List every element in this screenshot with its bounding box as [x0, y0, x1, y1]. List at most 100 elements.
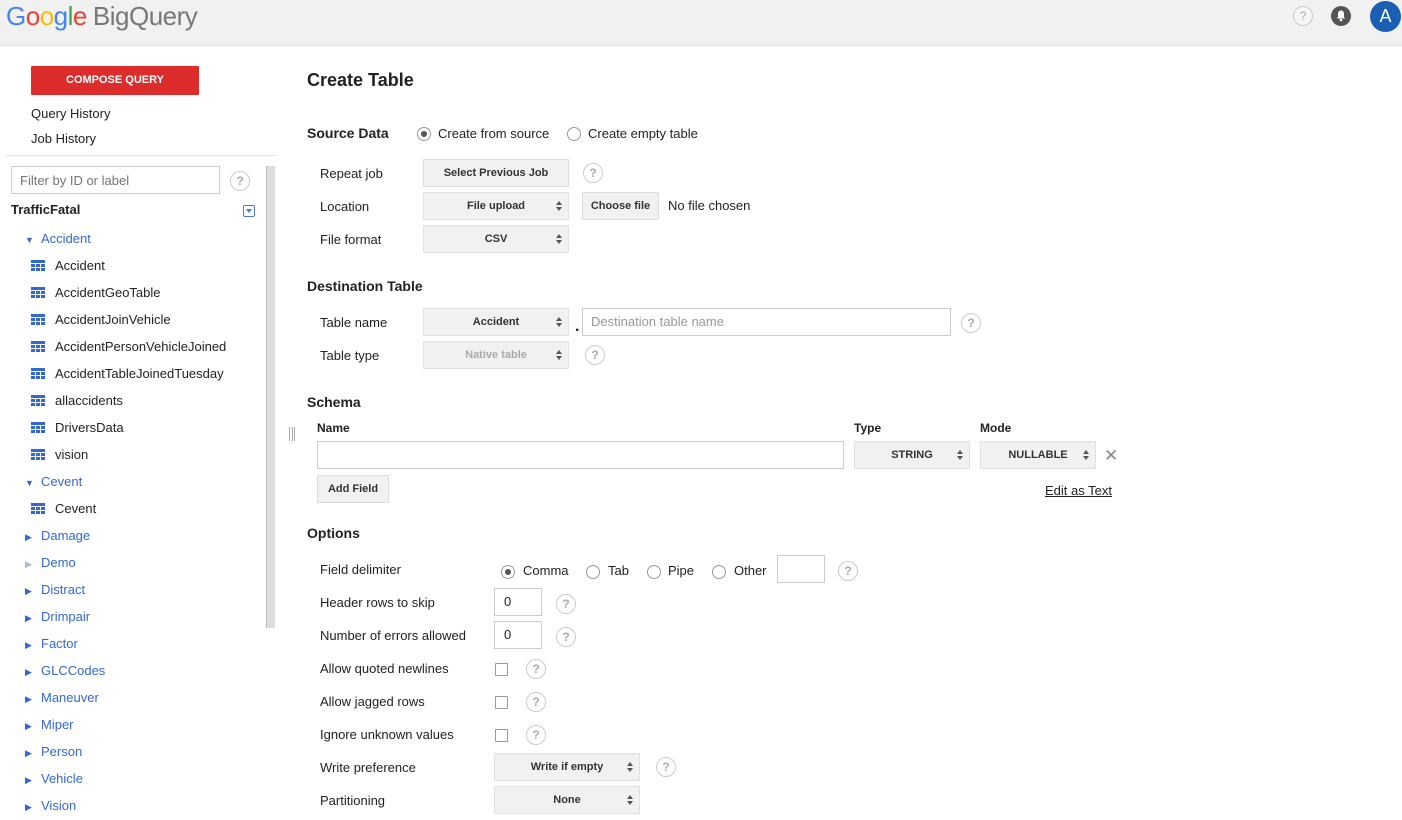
expand-right-icon[interactable]: ▶ — [25, 532, 35, 543]
partitioning-select[interactable]: None — [494, 786, 640, 814]
delimiter-other-radio[interactable] — [712, 565, 726, 579]
expand-right-icon[interactable]: ▶ — [25, 694, 35, 705]
expand-right-icon[interactable]: ▶ — [25, 559, 35, 570]
table-icon — [31, 368, 45, 379]
table-item[interactable]: AccidentGeoTable — [31, 285, 161, 300]
table-item[interactable]: AccidentPersonVehicleJoined — [31, 339, 226, 354]
google-bigquery-logo[interactable]: Google BigQuery — [6, 1, 198, 32]
expand-right-icon[interactable]: ▶ — [25, 721, 35, 732]
jagged-rows-help-icon[interactable]: ? — [526, 692, 546, 712]
dataset-vehicle[interactable]: ▶ Vehicle — [25, 771, 83, 786]
dataset-drimpair[interactable]: ▶ Drimpair — [25, 609, 90, 624]
errors-allowed-input[interactable]: 0 — [494, 621, 542, 649]
schema-heading: Schema — [307, 394, 361, 410]
dataset-cevent[interactable]: ▼ Cevent — [25, 474, 82, 489]
create-from-source-radio[interactable] — [417, 127, 431, 141]
delimiter-comma-radio[interactable] — [501, 565, 515, 579]
table-type-select[interactable]: Native table — [423, 341, 569, 369]
sidebar-scrollbar[interactable] — [266, 166, 275, 628]
table-item[interactable]: allaccidents — [31, 393, 123, 408]
select-arrows-icon — [556, 201, 563, 212]
schema-name-column-header: Name — [317, 421, 350, 435]
header-rows-help-icon[interactable]: ? — [556, 594, 576, 614]
notifications-bell-icon[interactable] — [1331, 6, 1351, 26]
job-history-link[interactable]: Job History — [31, 131, 96, 146]
account-avatar[interactable]: A — [1370, 1, 1401, 32]
dataset-distract[interactable]: ▶ Distract — [25, 582, 85, 597]
add-field-button[interactable]: Add Field — [317, 475, 389, 503]
expand-right-icon[interactable]: ▶ — [25, 775, 35, 786]
schema-type-select[interactable]: STRING — [854, 441, 970, 469]
location-select[interactable]: File upload — [423, 192, 569, 220]
ignore-unknown-help-icon[interactable]: ? — [526, 725, 546, 745]
create-empty-table-label[interactable]: Create empty table — [588, 126, 698, 141]
dataset-glccodes[interactable]: ▶ GLCCodes — [25, 663, 105, 678]
select-previous-job-button[interactable]: Select Previous Job — [423, 159, 569, 187]
table-name-help-icon[interactable]: ? — [961, 313, 981, 333]
field-delimiter-help-icon[interactable]: ? — [838, 561, 858, 581]
repeat-job-help-icon[interactable]: ? — [583, 163, 603, 183]
delimiter-pipe-radio[interactable] — [647, 565, 661, 579]
delimiter-pipe-label[interactable]: Pipe — [668, 563, 694, 578]
file-format-select[interactable]: CSV — [423, 225, 569, 253]
choose-file-button[interactable]: Choose file — [582, 192, 659, 220]
errors-allowed-help-icon[interactable]: ? — [556, 627, 576, 647]
expand-right-icon[interactable]: ▶ — [25, 640, 35, 651]
destination-table-name-input[interactable]: Destination table name — [582, 308, 951, 336]
dataset-person[interactable]: ▶ Person — [25, 744, 82, 759]
filter-input[interactable] — [11, 166, 220, 194]
table-item[interactable]: Cevent — [31, 501, 96, 516]
table-item[interactable]: vision — [31, 447, 88, 462]
dataset-select[interactable]: Accident — [423, 308, 569, 336]
compose-query-button[interactable]: COMPOSE QUERY — [31, 66, 199, 95]
resize-handle[interactable] — [289, 427, 295, 441]
table-icon — [31, 449, 45, 460]
delimiter-tab-label[interactable]: Tab — [608, 563, 629, 578]
ignore-unknown-checkbox[interactable] — [495, 729, 508, 742]
project-name[interactable]: TrafficFatal — [11, 202, 80, 217]
create-from-source-label[interactable]: Create from source — [438, 126, 549, 141]
dataset-maneuver[interactable]: ▶ Maneuver — [25, 690, 99, 705]
help-icon[interactable]: ? — [1293, 6, 1313, 26]
destination-table-heading: Destination Table — [307, 278, 423, 294]
table-item[interactable]: Accident — [31, 258, 105, 273]
filter-help-icon[interactable]: ? — [230, 171, 250, 191]
query-history-link[interactable]: Query History — [31, 106, 110, 121]
dataset-damage[interactable]: ▶ Damage — [25, 528, 90, 543]
delimiter-tab-radio[interactable] — [586, 565, 600, 579]
dataset-vision[interactable]: ▶ Vision — [25, 798, 76, 813]
repeat-job-label: Repeat job — [320, 166, 383, 181]
dot-separator: . — [575, 318, 580, 335]
remove-field-icon[interactable]: ✕ — [1104, 446, 1118, 466]
quoted-newlines-help-icon[interactable]: ? — [526, 659, 546, 679]
delimiter-other-input[interactable] — [777, 555, 825, 583]
header-rows-input[interactable]: 0 — [494, 588, 542, 616]
expand-down-icon[interactable]: ▼ — [25, 478, 35, 488]
expand-right-icon[interactable]: ▶ — [25, 802, 35, 813]
schema-mode-select[interactable]: NULLABLE — [980, 441, 1096, 469]
dataset-accident[interactable]: ▼ Accident — [25, 231, 91, 246]
schema-field-name-input[interactable] — [317, 441, 844, 469]
create-empty-table-radio[interactable] — [567, 127, 581, 141]
table-type-help-icon[interactable]: ? — [585, 345, 605, 365]
expand-right-icon[interactable]: ▶ — [25, 667, 35, 678]
write-preference-help-icon[interactable]: ? — [656, 757, 676, 777]
dataset-factor[interactable]: ▶ Factor — [25, 636, 78, 651]
jagged-rows-checkbox[interactable] — [495, 696, 508, 709]
edit-as-text-link[interactable]: Edit as Text — [1045, 483, 1112, 498]
project-dropdown-icon[interactable] — [243, 205, 255, 217]
expand-right-icon[interactable]: ▶ — [25, 613, 35, 624]
expand-right-icon[interactable]: ▶ — [25, 748, 35, 759]
expand-down-icon[interactable]: ▼ — [25, 235, 35, 245]
table-item[interactable]: AccidentJoinVehicle — [31, 312, 171, 327]
dataset-demo[interactable]: ▶ Demo — [25, 555, 76, 570]
dataset-miper[interactable]: ▶ Miper — [25, 717, 74, 732]
quoted-newlines-checkbox[interactable] — [495, 663, 508, 676]
delimiter-comma-label[interactable]: Comma — [523, 563, 569, 578]
write-preference-select[interactable]: Write if empty — [494, 753, 640, 781]
table-item[interactable]: AccidentTableJoinedTuesday — [31, 366, 224, 381]
delimiter-other-label[interactable]: Other — [734, 563, 767, 578]
table-item[interactable]: DriversData — [31, 420, 124, 435]
expand-right-icon[interactable]: ▶ — [25, 586, 35, 597]
product-name: BigQuery — [92, 1, 198, 31]
